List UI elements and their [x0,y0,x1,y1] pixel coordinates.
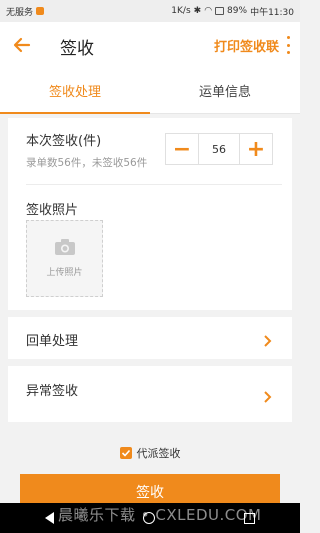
proxy-delivery-option: 代派签收 [0,444,300,462]
chevron-right-icon [262,388,272,403]
back-arrow-icon[interactable] [10,33,34,57]
proxy-delivery-checkbox[interactable] [119,447,132,459]
status-right: 1K/s ✱ ◠ 89% 中午11:30 [171,5,294,18]
row-label: 异常签收 [26,384,79,399]
qty-label: 本次签收(件) [26,134,102,149]
proxy-delivery-label: 代派签收 [136,447,181,460]
sign-button[interactable]: 签收 [20,474,280,504]
battery-icon [215,7,225,15]
qty-summary: 录单数56件，未签收56件 [26,157,148,169]
decrement-button[interactable]: − [166,134,198,164]
camera-icon [54,239,75,255]
tab-sign-processing[interactable]: 签收处理 [0,68,150,114]
row-exception-sign[interactable]: 异常签收 [8,366,292,422]
chevron-right-icon [262,332,272,347]
photo-label: 签收照片 [26,203,79,218]
upload-label: 上传照片 [46,268,83,278]
row-label: 回单处理 [26,334,79,349]
app-bar: 签收 打印签收联 [0,22,300,68]
quantity-stepper: − 56 + [165,133,273,165]
quantity-value[interactable]: 56 [198,134,240,164]
tab-waybill-info[interactable]: 运单信息 [150,68,300,113]
sign-card: 本次签收(件) 录单数56件，未签收56件 − 56 + 签收照片 上传照片 [8,118,292,310]
divider [26,184,282,185]
nav-back-icon[interactable] [44,512,54,524]
clock-text: 中午11:30 [250,7,294,18]
tab-bar: 签收处理 运单信息 [0,68,300,114]
row-receipt-processing[interactable]: 回单处理 [8,317,292,359]
upload-photo-button[interactable]: 上传照片 [26,220,103,297]
more-menu-icon[interactable] [284,34,292,56]
page-title: 签收 [60,39,94,59]
carrier-text: 无服务 [6,7,34,18]
watermark: 晨曦乐下载 • CXLEDU.COM [58,506,262,524]
print-receipt-button[interactable]: 打印签收联 [214,36,279,55]
network-speed: 1K/s [171,6,191,16]
bluetooth-icon: ✱ [193,6,202,16]
increment-button[interactable]: + [240,134,272,164]
wifi-icon: ◠ [204,6,213,16]
notification-icon [36,7,45,15]
status-left: 无服务 [6,5,45,18]
battery-text: 89% [227,6,248,16]
status-bar: 无服务 1K/s ✱ ◠ 89% 中午11:30 [0,0,300,22]
